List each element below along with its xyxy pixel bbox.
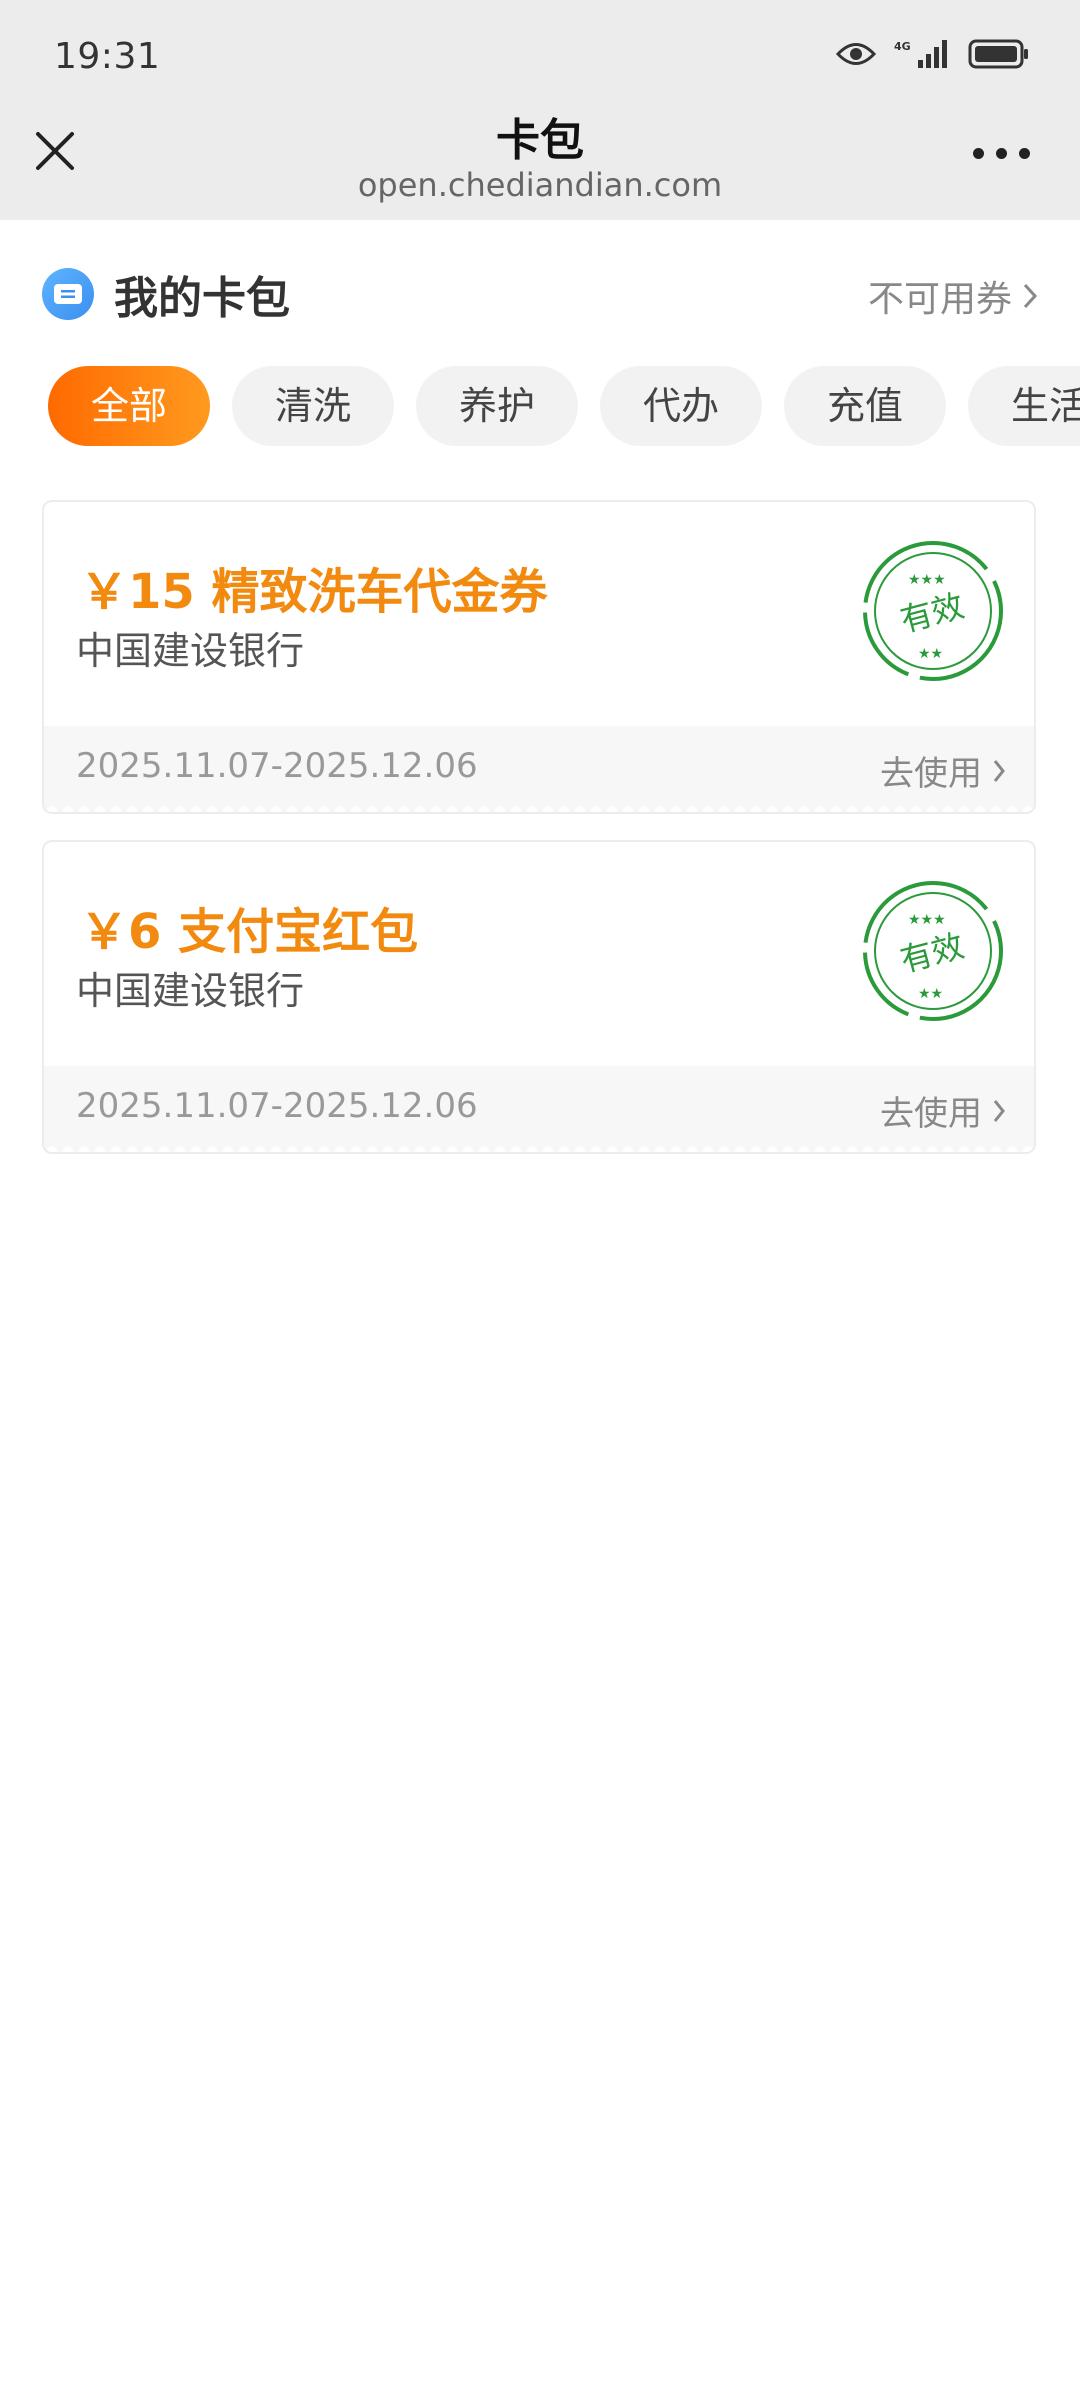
wallet-header: 我的卡包 [42,262,290,326]
tab-maintenance[interactable]: 养护 [416,366,578,446]
network-label: 4G [894,40,911,53]
eye-icon [836,43,876,65]
stamp-label: 有效 [896,586,968,639]
more-options-button[interactable] [973,148,1030,159]
coupon-issuer: 中国建设银行 [76,629,305,673]
valid-stamp-icon: ★★★ ★★ 有效 [863,541,1003,681]
app-top-bar: 19:31 4G 卡包 open.chediandian.com [0,0,1080,220]
more-dot-icon [973,148,984,159]
use-coupon-link[interactable]: 去使用 [880,1086,1006,1135]
coupon-title: ￥15 精致洗车代金券 [80,564,548,620]
use-coupon-link[interactable]: 去使用 [880,746,1006,795]
use-coupon-label: 去使用 [880,754,982,794]
scallop-edge [44,1144,1034,1152]
coupon-card[interactable]: ￥15 精致洗车代金券 中国建设银行 ★★★ ★★ 有效 2025.11.07-… [42,500,1036,814]
battery-icon [968,39,1028,69]
svg-text:★★: ★★ [918,986,943,1002]
tab-agency[interactable]: 代办 [600,366,762,446]
use-coupon-label: 去使用 [880,1094,982,1134]
coupon-footer: 2025.11.07-2025.12.06 去使用 [44,1066,1034,1152]
coupon-validity: 2025.11.07-2025.12.06 [76,746,478,786]
category-tabs: 全部 清洗 养护 代办 充值 生活 [48,366,1080,450]
more-dot-icon [996,148,1007,159]
svg-text:★★★: ★★★ [908,572,946,588]
coupon-issuer: 中国建设银行 [76,969,305,1013]
tab-wash[interactable]: 清洗 [232,366,394,446]
tab-life[interactable]: 生活 [968,366,1080,446]
tab-all[interactable]: 全部 [48,366,210,446]
coupon-footer: 2025.11.07-2025.12.06 去使用 [44,726,1034,812]
coupon-validity: 2025.11.07-2025.12.06 [76,1086,478,1126]
coupon-card[interactable]: ￥6 支付宝红包 中国建设银行 ★★★ ★★ 有效 2025.11.07-202… [42,840,1036,1154]
unavailable-coupons-link[interactable]: 不可用券 [868,270,1038,322]
ticket-icon [42,268,94,320]
valid-stamp-icon: ★★★ ★★ 有效 [863,881,1003,1021]
status-icons: 4G [836,38,1030,70]
unavailable-coupons-label: 不可用券 [867,279,1012,320]
page-url: open.chediandian.com [357,166,723,204]
coupon-title: ￥6 支付宝红包 [80,904,419,960]
more-dot-icon [1019,148,1030,159]
tab-recharge[interactable]: 充值 [784,366,946,446]
page-title: 卡包 [496,115,584,166]
chevron-right-icon [1023,283,1038,309]
stamp-label: 有效 [896,926,968,979]
svg-text:★★: ★★ [918,646,943,662]
chevron-right-icon [993,1099,1005,1122]
status-time: 19:31 [54,36,161,77]
scallop-edge [44,804,1034,812]
wallet-title: 我的卡包 [114,273,290,324]
svg-text:★★★: ★★★ [908,912,946,928]
signal-icon: 4G [894,40,947,68]
chevron-right-icon [993,759,1005,782]
